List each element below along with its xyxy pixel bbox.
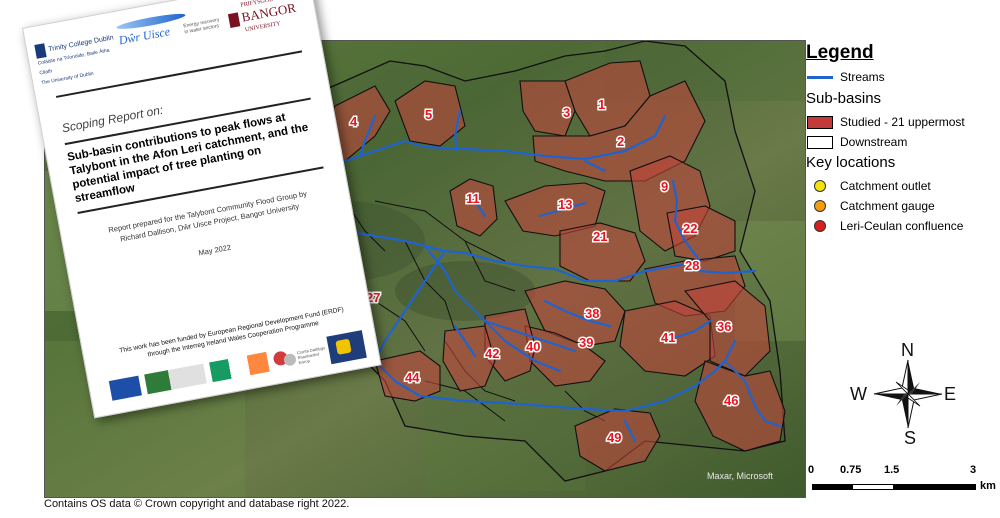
regional-fund-logo: Cronfa Datblygu Rhanbarthol Ewrop <box>272 340 326 373</box>
outlet-dot <box>814 180 826 192</box>
basin-label-13: 13 <box>558 197 572 212</box>
basin-label-40: 40 <box>526 339 540 354</box>
legend-studied-label: Studied - 21 uppermost <box>840 115 965 129</box>
basin-label-49: 49 <box>607 430 621 445</box>
legend-panel: Legend Streams Sub-basins Studied - 21 u… <box>806 40 1000 496</box>
key-locations-heading: Key locations <box>806 154 896 171</box>
legend-catchment-outlet: Catchment outlet <box>806 177 931 195</box>
basin-label-1: 1 <box>598 97 605 112</box>
scale-bar-frame <box>812 484 976 490</box>
compass-rose-icon <box>873 359 943 429</box>
legend-streams: Streams <box>806 68 885 86</box>
legend-confluence: Leri-Ceulan confluence <box>806 217 963 235</box>
basin-label-2: 2 <box>617 134 624 149</box>
scale-tick-3: 3 <box>970 464 977 476</box>
basin-label-9: 9 <box>661 179 668 194</box>
basin-label-3: 3 <box>563 105 570 120</box>
legend-catchment-gauge: Catchment gauge <box>806 197 935 215</box>
subbasins-heading: Sub-basins <box>806 90 882 107</box>
basin-label-21: 21 <box>593 229 607 244</box>
basin-label-39: 41 <box>661 330 675 345</box>
studied-swatch <box>807 115 833 129</box>
north-arrow: N S W E <box>844 340 974 450</box>
basin-label-36: 36 <box>717 319 731 334</box>
basin-label-11: 11 <box>466 191 480 206</box>
interreg-logo <box>326 330 367 365</box>
scale-tick-075: 0.75 <box>840 464 862 476</box>
legend-downstream: Downstream <box>806 133 907 151</box>
basin-label-46: 46 <box>724 393 738 408</box>
scale-tick-15: 1.5 <box>884 464 900 476</box>
bangor-logo: PRIFYSGOL BANGOR UNIVERSITY <box>226 0 299 39</box>
legend-confluence-label: Leri-Ceulan confluence <box>840 219 964 233</box>
basin-label-41: 39 <box>579 335 593 350</box>
partner-logos: Trinity College Dublin Coláiste na Tríon… <box>32 0 312 86</box>
basin-label-22: 22 <box>683 221 697 236</box>
legend-gauge-label: Catchment gauge <box>840 199 935 213</box>
basin-label-28: 28 <box>685 258 699 273</box>
irish-government-logo <box>209 351 270 383</box>
basin-label-4: 4 <box>350 114 358 129</box>
legend-downstream-label: Downstream <box>840 135 908 149</box>
basin-label-38: 38 <box>585 306 599 321</box>
basin-label-42: 42 <box>485 346 499 361</box>
scale-tick-0: 0 <box>808 464 815 476</box>
tcd-logo: Trinity College Dublin Coláiste na Tríon… <box>34 30 121 88</box>
gauge-dot <box>814 200 826 212</box>
confluence-dot <box>814 220 826 232</box>
legend-title: Legend <box>806 42 874 63</box>
scale-unit: km <box>980 480 996 492</box>
eu-flag-logo <box>108 375 142 401</box>
downstream-swatch <box>807 135 833 149</box>
scale-bar: 0 0.75 1.5 3 km <box>806 464 1000 496</box>
project-logo-text: Energy recovery in water sectors <box>182 16 220 36</box>
legend-streams-label: Streams <box>840 70 885 84</box>
os-attribution: Contains OS data © Crown copyright and d… <box>44 498 350 510</box>
scoping-label: Scoping Report on: <box>60 102 165 136</box>
map-credit: Maxar, Microsoft <box>707 471 774 481</box>
legend-outlet-label: Catchment outlet <box>840 179 931 193</box>
basin-label-44: 44 <box>405 370 420 385</box>
welsh-government-logo <box>144 363 207 395</box>
dwr-uisce-logo: Dŵr Uisce <box>115 11 187 48</box>
stream-line-symbol <box>807 75 833 79</box>
basin-label-5: 5 <box>425 107 432 122</box>
legend-studied: Studied - 21 uppermost <box>806 113 965 131</box>
